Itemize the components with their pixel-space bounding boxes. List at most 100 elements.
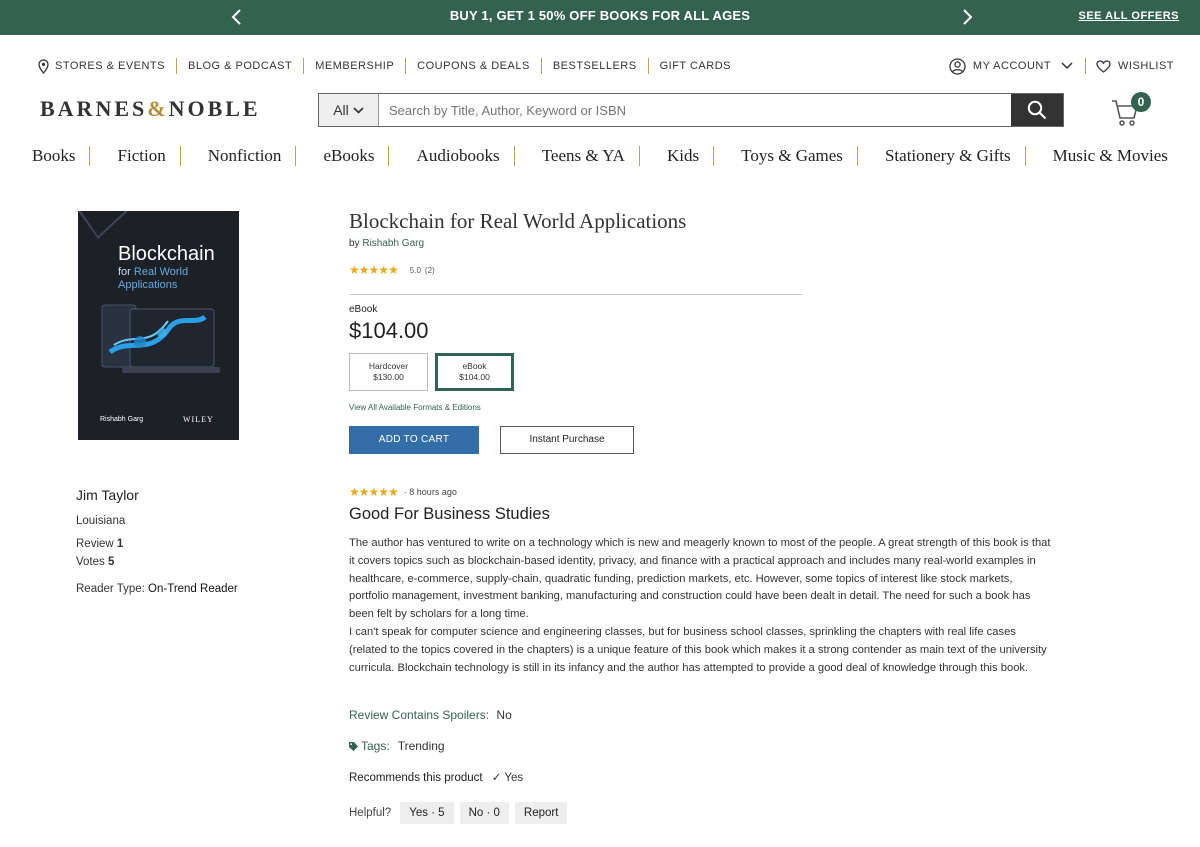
- category-toys-games[interactable]: Toys & Games: [727, 146, 858, 166]
- category-stationery-gifts[interactable]: Stationery & Gifts: [871, 146, 1026, 166]
- blog-podcast-link[interactable]: BLOG & PODCAST: [177, 58, 305, 74]
- promo-message[interactable]: BUY 1, GET 1 50% OFF BOOKS FOR ALL AGES: [300, 8, 900, 23]
- reviewer-votes: Votes 5: [76, 556, 114, 568]
- recommends-value: ✓ Yes: [491, 772, 524, 784]
- helpful-yes-button[interactable]: Yes · 5: [400, 802, 454, 824]
- chevron-down-icon: [353, 106, 364, 114]
- see-all-offers-link[interactable]: SEE ALL OFFERS: [1078, 10, 1179, 22]
- category-ebooks[interactable]: eBooks: [309, 146, 390, 166]
- search-button[interactable]: [1011, 94, 1063, 126]
- category-nav: Books Fiction Nonfiction eBooks Audioboo…: [18, 146, 1182, 166]
- review-time: · 8 hours ago: [403, 487, 457, 497]
- book-cover-image[interactable]: Blockchain for Real World Applications R…: [78, 211, 239, 440]
- rating-score: 5.0: [409, 265, 421, 275]
- reviewer-reader-type: Reader Type: On-Trend Reader: [76, 583, 238, 595]
- cart-button[interactable]: 0: [1111, 92, 1155, 128]
- category-books[interactable]: Books: [18, 146, 91, 166]
- cover-publisher: WILEY: [183, 415, 214, 424]
- tags-label: Tags:: [361, 739, 390, 753]
- divider: [349, 294, 803, 295]
- category-kids[interactable]: Kids: [653, 146, 715, 166]
- stores-events-link[interactable]: STORES & EVENTS: [38, 58, 177, 74]
- cover-author: Rishabh Garg: [100, 416, 144, 423]
- rating-count[interactable]: (2): [425, 266, 435, 275]
- cover-subtitle-for: for: [118, 266, 131, 278]
- format-name: eBook: [462, 361, 487, 371]
- barnes-noble-logo[interactable]: BARNES&NOBLE: [40, 96, 261, 122]
- chevron-right-icon[interactable]: [958, 8, 976, 26]
- review-spoilers: Review Contains Spoilers: No: [349, 708, 512, 722]
- wishlist-link[interactable]: WISHLIST: [1086, 59, 1174, 73]
- votes-label: Votes: [76, 556, 105, 568]
- coupons-deals-link[interactable]: COUPONS & DEALS: [406, 58, 542, 74]
- cover-artwork: [101, 304, 220, 373]
- tag-trending[interactable]: Trending: [398, 739, 445, 753]
- rating-stars: ★★★★★: [349, 263, 399, 277]
- account-nav: MY ACCOUNT WISHLIST: [949, 57, 1174, 75]
- category-teens-ya[interactable]: Teens & YA: [528, 146, 640, 166]
- review-paragraph: The author has ventured to write on a te…: [349, 537, 1051, 621]
- product-price: $104.00: [349, 318, 429, 343]
- reviewer-name: Jim Taylor: [76, 487, 139, 503]
- format-name: Hardcover: [368, 361, 409, 371]
- product-title: Blockchain for Real World Applications: [349, 209, 687, 233]
- search-scope-dropdown[interactable]: All: [319, 94, 379, 126]
- chevron-left-icon[interactable]: [228, 8, 246, 26]
- recommends-label: Recommends this product: [349, 772, 483, 784]
- cart-count-badge: 0: [1131, 92, 1151, 112]
- membership-link[interactable]: MEMBERSHIP: [304, 58, 407, 74]
- author-link[interactable]: Rishabh Garg: [362, 238, 424, 249]
- review-title: Good For Business Studies: [349, 505, 550, 523]
- reviewer-review-count: Review 1: [76, 538, 123, 550]
- format-ebook-option[interactable]: eBook $104.00: [435, 353, 514, 391]
- bestsellers-link[interactable]: BESTSELLERS: [542, 58, 649, 74]
- search-input[interactable]: [379, 94, 1011, 126]
- helpful-label: Helpful?: [349, 807, 392, 819]
- spoilers-label: Review Contains Spoilers:: [349, 708, 490, 722]
- logo-text-left: BARNES: [40, 96, 148, 121]
- promo-banner: BUY 1, GET 1 50% OFF BOOKS FOR ALL AGES …: [0, 0, 1200, 35]
- view-all-formats-link[interactable]: View All Available Formats & Editions: [349, 403, 481, 412]
- category-nonfiction[interactable]: Nonfiction: [194, 146, 297, 166]
- review-tags: Tags: Trending: [349, 739, 445, 753]
- user-icon: [949, 57, 966, 75]
- gift-cards-link[interactable]: GIFT CARDS: [649, 58, 742, 74]
- category-fiction[interactable]: Fiction: [104, 146, 181, 166]
- location-pin-icon: [38, 58, 49, 74]
- logo-text-right: NOBLE: [168, 96, 261, 121]
- reviewer-location: Louisiana: [76, 515, 126, 527]
- review-helpful: Helpful? Yes · 5 No · 0 Report: [349, 802, 568, 824]
- stores-events-label: STORES & EVENTS: [55, 60, 165, 72]
- search-bar: All: [318, 93, 1064, 127]
- review-recommends: Recommends this product ✓ Yes: [349, 770, 523, 784]
- chevron-down-icon: [1061, 62, 1073, 70]
- add-to-cart-button[interactable]: ADD TO CART: [349, 426, 479, 454]
- format-price: $104.00: [459, 372, 490, 382]
- reader-type-value: On-Trend Reader: [148, 583, 238, 595]
- report-button[interactable]: Report: [514, 802, 568, 824]
- format-price: $130.00: [373, 372, 404, 382]
- heart-icon: [1096, 59, 1111, 73]
- product-rating[interactable]: ★★★★★ 5.0 (2): [349, 263, 435, 277]
- cover-subtitle: for Real World Applications: [118, 266, 228, 292]
- review-body: The author has ventured to write on a te…: [349, 535, 1051, 677]
- review-paragraph: I can't speak for computer science and e…: [349, 625, 1047, 674]
- helpful-no-button[interactable]: No · 0: [459, 802, 509, 824]
- review-count-label: Review: [76, 538, 114, 550]
- instant-purchase-button[interactable]: Instant Purchase: [500, 426, 634, 454]
- logo-ampersand: &: [147, 96, 169, 121]
- format-hardcover-option[interactable]: Hardcover $130.00: [349, 353, 428, 391]
- cover-title: Blockchain: [118, 243, 215, 265]
- votes-value: 5: [107, 556, 115, 568]
- search-icon: [1027, 100, 1047, 120]
- my-account-menu[interactable]: MY ACCOUNT: [949, 57, 1087, 75]
- category-audiobooks[interactable]: Audiobooks: [403, 146, 515, 166]
- tag-icon: [349, 741, 358, 751]
- utility-nav: STORES & EVENTS BLOG & PODCAST MEMBERSHI…: [38, 58, 742, 74]
- category-music-movies[interactable]: Music & Movies: [1039, 146, 1182, 166]
- my-account-label: MY ACCOUNT: [972, 60, 1052, 72]
- byline-prefix: by: [349, 238, 360, 249]
- cover-corner-decoration: [78, 211, 128, 239]
- product-byline: by Rishabh Garg: [349, 238, 424, 249]
- search-scope-label: All: [333, 102, 349, 118]
